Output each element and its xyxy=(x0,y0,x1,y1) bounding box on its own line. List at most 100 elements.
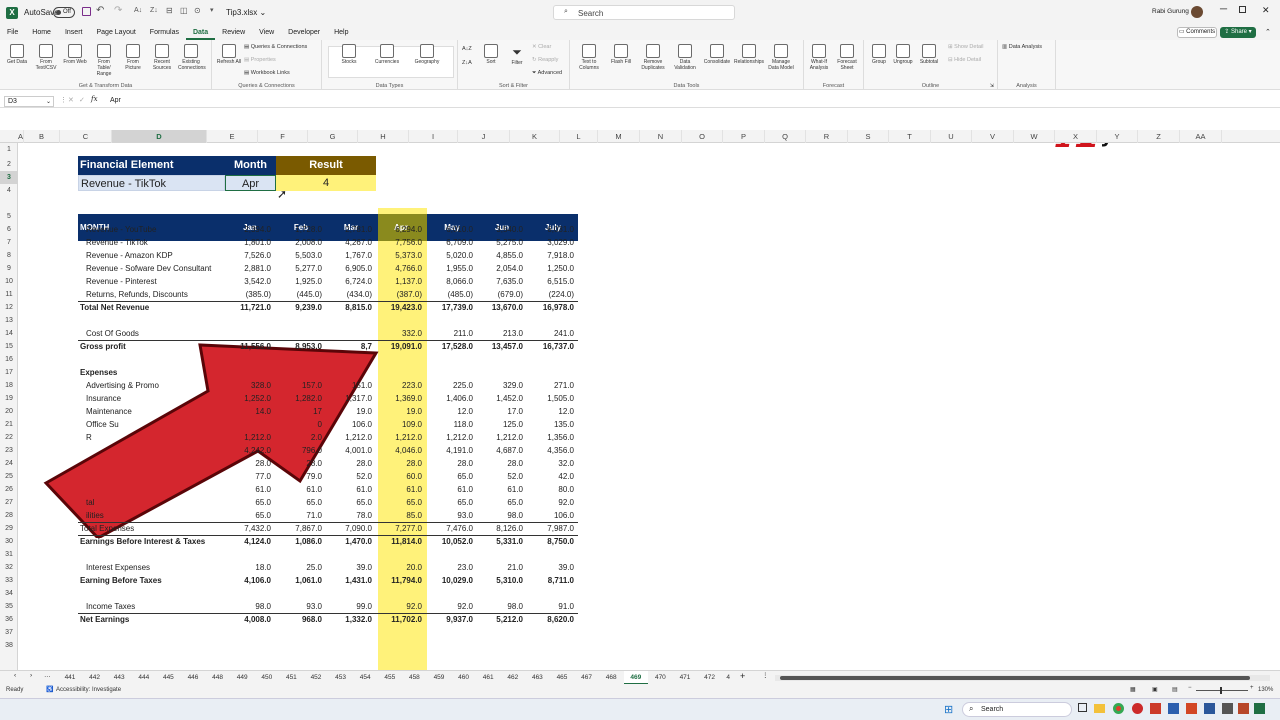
cell-r24-apr[interactable]: 28.0 xyxy=(376,457,426,470)
menu-tab-help[interactable]: Help xyxy=(327,26,355,40)
formula-input[interactable]: Apr xyxy=(110,97,1260,104)
cell-r9-july[interactable]: 1,250.0 xyxy=(528,262,578,275)
cell-r6-jan[interactable]: 2,394.0 xyxy=(225,223,275,236)
column-header-S[interactable]: S xyxy=(848,130,889,143)
cell-r14-may[interactable]: 211.0 xyxy=(427,327,477,340)
cell-r29-apr[interactable]: 7,277.0 xyxy=(376,522,426,535)
row-header-27[interactable]: 27 xyxy=(0,496,18,509)
cell-r15-may[interactable]: 17,528.0 xyxy=(427,340,477,353)
cell-r28-mar[interactable]: 78.0 xyxy=(326,509,376,522)
sheet-tab-471[interactable]: 471 xyxy=(673,671,697,685)
user-name[interactable]: Rabi Gurung xyxy=(1152,8,1189,15)
clear-button[interactable]: ✕ Clear xyxy=(532,44,551,50)
name-box[interactable]: D3 ⌄ xyxy=(4,96,54,107)
row-header-2[interactable]: 2 xyxy=(0,158,18,171)
cell-r12-apr[interactable]: 19,423.0 xyxy=(376,301,426,314)
cell-r6-may[interactable]: 6,010.0 xyxy=(427,223,477,236)
cell-r23-feb[interactable]: 796.0 xyxy=(276,444,326,457)
cell-r15-apr[interactable]: 19,091.0 xyxy=(376,340,426,353)
tab-options-icon[interactable]: ⋮ xyxy=(762,671,769,679)
row-header-5[interactable]: 5 xyxy=(0,210,18,223)
menu-tab-developer[interactable]: Developer xyxy=(281,26,327,40)
cell-r26-july[interactable]: 80.0 xyxy=(528,483,578,496)
data-analysis-button[interactable]: ▥ Data Analysis xyxy=(1002,44,1042,50)
cell-r8-apr[interactable]: 5,373.0 xyxy=(376,249,426,262)
row-header-1[interactable]: 1 xyxy=(0,143,18,156)
row-header-31[interactable]: 31 xyxy=(0,548,18,561)
zoom-slider[interactable] xyxy=(1196,687,1248,694)
column-header-E[interactable]: E xyxy=(207,130,258,143)
row-header-15[interactable]: 15 xyxy=(0,340,18,353)
column-header-Y[interactable]: Y xyxy=(1097,130,1138,143)
cell-r28-apr[interactable]: 85.0 xyxy=(376,509,426,522)
cell-r32-july[interactable]: 39.0 xyxy=(528,561,578,574)
column-header-I[interactable]: I xyxy=(409,130,458,143)
cell-r26-jun[interactable]: 61.0 xyxy=(477,483,527,496)
sheet-tab-468[interactable]: 468 xyxy=(599,671,623,685)
cell-r33-may[interactable]: 10,029.0 xyxy=(427,574,477,587)
screenshot-icon[interactable]: ⊙ xyxy=(194,6,201,15)
cell-r36-feb[interactable]: 968.0 xyxy=(276,613,326,626)
sheet-tab-451[interactable]: 451 xyxy=(279,671,303,685)
cell-r22-jan[interactable]: 1,212.0 xyxy=(225,431,275,444)
cell-r6-july[interactable]: 6,031.0 xyxy=(528,223,578,236)
cell-r26-mar[interactable]: 61.0 xyxy=(326,483,376,496)
cell-r9-feb[interactable]: 5,277.0 xyxy=(276,262,326,275)
cell-r14-jan[interactable] xyxy=(225,327,275,340)
cell-r23-jun[interactable]: 4,687.0 xyxy=(477,444,527,457)
cell-r35-mar[interactable]: 99.0 xyxy=(326,600,376,613)
cell-r10-jun[interactable]: 7,635.0 xyxy=(477,275,527,288)
autosave-toggle[interactable]: Off xyxy=(53,7,75,18)
cell-r22-mar[interactable]: 1,212.0 xyxy=(326,431,376,444)
row-header-18[interactable]: 18 xyxy=(0,379,18,392)
cell-r21-mar[interactable]: 106.0 xyxy=(326,418,376,431)
zoom-slider-thumb[interactable] xyxy=(1220,687,1222,694)
column-header-O[interactable]: O xyxy=(682,130,723,143)
geography-button[interactable]: Geography xyxy=(410,44,444,65)
cell-r12-mar[interactable]: 8,815.0 xyxy=(326,301,376,314)
filter-button[interactable]: ⏷ Filter xyxy=(504,44,530,66)
cell-r22-july[interactable]: 1,356.0 xyxy=(528,431,578,444)
sheet-tab-444[interactable]: 444 xyxy=(132,671,156,685)
column-header-U[interactable]: U xyxy=(931,130,972,143)
cell-r12-jan[interactable]: 11,721.0 xyxy=(225,301,275,314)
cell-r14-apr[interactable]: 332.0 xyxy=(376,327,426,340)
enter-icon[interactable]: ✓ xyxy=(79,96,85,104)
cell-r24-jun[interactable]: 28.0 xyxy=(477,457,527,470)
cell-r15-july[interactable]: 16,737.0 xyxy=(528,340,578,353)
what-if-analysis-button[interactable]: What-If Analysis xyxy=(806,44,832,71)
cell-r27-jun[interactable]: 65.0 xyxy=(477,496,527,509)
column-header-B[interactable]: B xyxy=(24,130,60,143)
cell-r7-jan[interactable]: 1,801.0 xyxy=(225,236,275,249)
column-header-P[interactable]: P xyxy=(723,130,765,143)
row-header-26[interactable]: 26 xyxy=(0,483,18,496)
cell-r17-jun[interactable] xyxy=(477,366,527,379)
cell-r27-feb[interactable]: 65.0 xyxy=(276,496,326,509)
new-sheet-icon[interactable]: + xyxy=(740,671,745,681)
cell-r12-may[interactable]: 17,739.0 xyxy=(427,301,477,314)
app-icon-5[interactable] xyxy=(1186,703,1197,714)
cell-r20-may[interactable]: 12.0 xyxy=(427,405,477,418)
row-header-14[interactable]: 14 xyxy=(0,327,18,340)
column-header-N[interactable]: N xyxy=(640,130,682,143)
cell-r7-apr[interactable]: 7,756.0 xyxy=(376,236,426,249)
column-header-L[interactable]: L xyxy=(560,130,598,143)
cell-r21-jun[interactable]: 125.0 xyxy=(477,418,527,431)
sheet-tab-442[interactable]: 442 xyxy=(83,671,107,685)
cell-r11-jun[interactable]: (679.0) xyxy=(477,288,527,301)
cell-r6-jun[interactable]: 3,540.0 xyxy=(477,223,527,236)
lookup-month-cell[interactable]: Apr xyxy=(225,175,276,191)
cell-r30-may[interactable]: 10,052.0 xyxy=(427,535,477,548)
cell-r25-feb[interactable]: 79.0 xyxy=(276,470,326,483)
save-icon[interactable] xyxy=(82,7,91,16)
comments-button[interactable]: ▭ Comments xyxy=(1177,27,1217,38)
get-transform-button-4[interactable]: From Picture xyxy=(120,44,146,71)
column-header-AA[interactable]: AA xyxy=(1180,130,1222,143)
undo-icon[interactable]: ↶ xyxy=(96,5,104,16)
cell-r18-may[interactable]: 225.0 xyxy=(427,379,477,392)
cell-r36-jun[interactable]: 5,212.0 xyxy=(477,613,527,626)
customize-qat-icon[interactable]: ▾ xyxy=(210,6,214,14)
column-header-M[interactable]: M xyxy=(598,130,640,143)
close-icon[interactable]: ✕ xyxy=(1262,5,1270,16)
data-tools-button-2[interactable]: Remove Duplicates xyxy=(638,44,668,71)
